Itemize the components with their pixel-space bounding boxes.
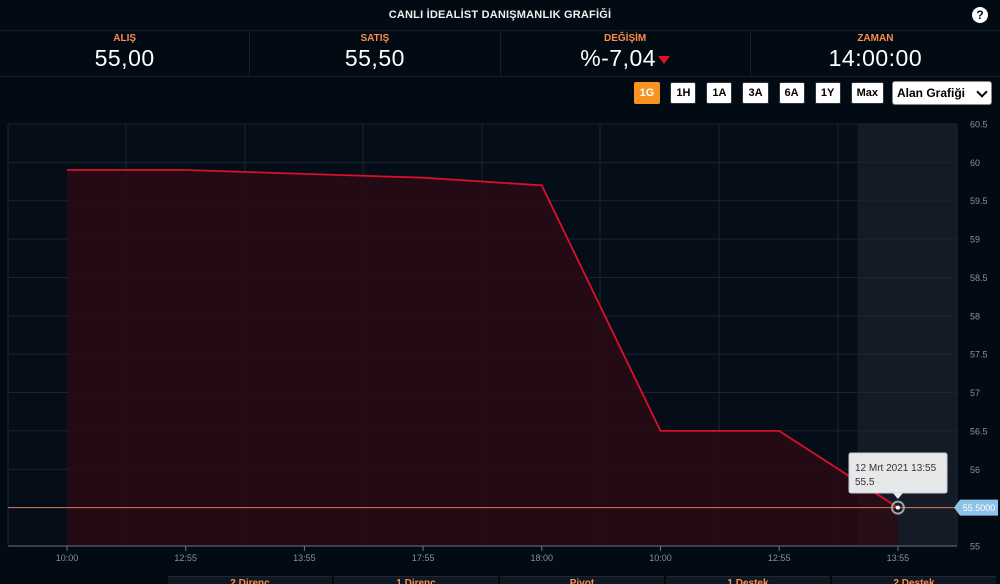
y-tick-label: 55 [970, 542, 980, 552]
y-tick-label: 56.5 [970, 426, 988, 436]
x-tick-label: 18:00 [531, 553, 554, 563]
x-tick-label: 13:55 [293, 553, 316, 563]
y-tick-label: 58 [970, 311, 980, 321]
x-tick-label: 10:00 [649, 553, 672, 563]
x-tick-label: 17:55 [412, 553, 435, 563]
x-tick-label: 12:55 [174, 553, 197, 563]
tab-pivot[interactable]: Pivot [500, 576, 664, 584]
x-tick-label: 13:55 [887, 553, 910, 563]
tab-direnc-1[interactable]: 1.Direnç [334, 576, 498, 584]
y-tick-label: 58.5 [970, 273, 988, 283]
tooltip-date: 12 Mrt 2021 13:55 [855, 463, 937, 474]
tab-destek-1[interactable]: 1.Destek [666, 576, 830, 584]
y-tick-label: 60 [970, 158, 980, 168]
tooltip-value: 55.5 [855, 477, 875, 488]
y-tick-label: 56 [970, 465, 980, 475]
tab-direnc-2[interactable]: 2.Direnç [168, 576, 332, 584]
x-tick-label: 12:55 [768, 553, 791, 563]
hover-point-center [895, 505, 900, 510]
y-tick-label: 59.5 [970, 196, 988, 206]
y-tick-label: 59 [970, 235, 980, 245]
y-tick-label: 57 [970, 388, 980, 398]
x-tick-label: 10:00 [56, 553, 79, 563]
tab-destek-2[interactable]: 2.Destek [832, 576, 996, 584]
current-price-label: 55.5000 [963, 503, 996, 513]
price-chart: 55 55.5 56 56.5 57 57.5 58 58.5 59 59.5 60 60.5 10:0… [7, 120, 998, 563]
y-tick-label: 60.5 [970, 120, 988, 130]
bottom-tabs: 2.Direnç 1.Direnç Pivot 1.Destek 2.Deste… [0, 576, 1000, 584]
y-tick-label: 57.5 [970, 350, 988, 360]
